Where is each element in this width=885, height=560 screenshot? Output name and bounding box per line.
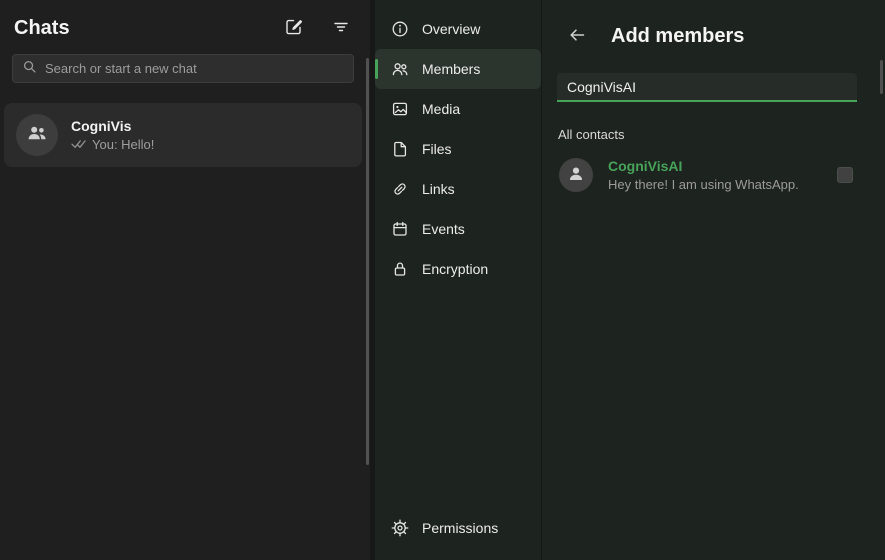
members-icon [391, 60, 409, 78]
contact-avatar [559, 158, 593, 192]
nav-label: Media [422, 101, 460, 117]
lock-icon [391, 260, 409, 278]
chats-title: Chats [14, 17, 282, 40]
add-members-panel: Add members All contacts CogniVisAI Hey … [542, 0, 885, 560]
back-button[interactable] [566, 24, 588, 49]
contact-name: CogniVisAI [608, 158, 799, 174]
add-members-title: Add members [611, 25, 744, 48]
nav-label: Links [422, 181, 455, 197]
add-members-scrollbar[interactable] [880, 60, 883, 94]
calendar-icon [391, 220, 409, 238]
nav-item-events[interactable]: Events [375, 209, 541, 249]
contact-status: Hey there! I am using WhatsApp. [608, 177, 799, 192]
nav-item-overview[interactable]: Overview [375, 9, 541, 49]
nav-item-members[interactable]: Members [375, 49, 541, 89]
member-search-input[interactable] [557, 73, 857, 100]
back-arrow-icon [568, 26, 586, 47]
nav-item-media[interactable]: Media [375, 89, 541, 129]
member-search-field [557, 73, 857, 102]
compose-icon [284, 17, 304, 40]
chats-search-bar [12, 54, 354, 83]
contact-row[interactable]: CogniVisAI Hey there! I am using WhatsAp… [557, 153, 873, 197]
chat-list-item[interactable]: CogniVis You: Hello! [4, 103, 362, 167]
chat-preview: You: Hello! [71, 137, 154, 152]
group-icon [25, 121, 49, 150]
nav-spacer [375, 289, 541, 508]
gear-icon [391, 519, 409, 537]
link-icon [391, 180, 409, 198]
nav-label: Encryption [422, 261, 488, 277]
group-info-nav: Overview Members Media [375, 0, 542, 560]
chat-texts: CogniVis You: Hello! [71, 118, 154, 152]
chat-list: CogniVis You: Hello! [0, 103, 370, 167]
group-avatar [16, 114, 58, 156]
info-icon [391, 20, 409, 38]
nav-label: Members [422, 61, 480, 77]
add-members-header: Add members [542, 0, 885, 49]
nav-item-links[interactable]: Links [375, 169, 541, 209]
chats-header: Chats [0, 0, 370, 50]
whatsapp-window: Chats [0, 0, 885, 560]
file-icon [391, 140, 409, 158]
contact-checkbox[interactable] [837, 167, 853, 183]
chats-search-input[interactable] [45, 61, 344, 76]
chats-scrollbar[interactable] [366, 58, 369, 465]
nav-label: Permissions [422, 520, 498, 536]
person-icon [565, 162, 587, 189]
double-check-icon [71, 137, 87, 152]
all-contacts-label: All contacts [558, 127, 885, 142]
chat-name: CogniVis [71, 118, 154, 134]
new-chat-button[interactable] [282, 15, 306, 42]
search-icon [22, 59, 37, 79]
nav-label: Events [422, 221, 465, 237]
chat-preview-text: You: Hello! [92, 137, 154, 152]
nav-item-encryption[interactable]: Encryption [375, 249, 541, 289]
filter-chats-button[interactable] [330, 16, 352, 41]
chats-panel: Chats [0, 0, 370, 560]
nav-item-files[interactable]: Files [375, 129, 541, 169]
contact-texts: CogniVisAI Hey there! I am using WhatsAp… [608, 158, 799, 192]
filter-icon [332, 18, 350, 39]
nav-label: Overview [422, 21, 480, 37]
nav-item-permissions[interactable]: Permissions [375, 508, 541, 548]
media-icon [391, 100, 409, 118]
nav-label: Files [422, 141, 452, 157]
